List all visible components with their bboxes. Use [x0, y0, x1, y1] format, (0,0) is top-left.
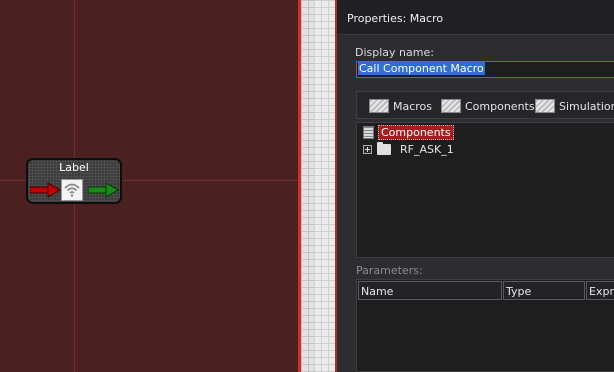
folder-icon	[377, 142, 391, 155]
grid-strip	[301, 0, 314, 372]
tab-components[interactable]: Components	[441, 97, 535, 115]
column-header-name[interactable]: Name	[358, 281, 502, 300]
components-icon	[441, 99, 461, 113]
component-macro-block[interactable]: Label	[26, 158, 122, 204]
component-tree: Components RF_ASK_1	[356, 122, 614, 258]
parameters-label: Parameters:	[356, 264, 423, 277]
tab-simulation-label: Simulation	[559, 99, 614, 113]
macro-source-tabs: Macros Components Simulation	[356, 91, 614, 119]
display-name-value: Call Component Macro	[358, 62, 485, 75]
tab-components-label: Components	[465, 99, 535, 113]
tree-child-label: RF_ASK_1	[400, 143, 454, 156]
column-header-type[interactable]: Type	[503, 281, 585, 300]
panel-title-bar: Properties: Macro	[337, 0, 614, 35]
block-label: Label	[59, 161, 89, 174]
column-header-expression[interactable]: Expre	[586, 281, 614, 300]
document-icon	[363, 126, 374, 139]
output-arrow-icon	[88, 182, 119, 198]
tree-root-label: Components	[378, 125, 454, 140]
grid-strip-secondary	[314, 0, 335, 372]
tree-item-components[interactable]: Components	[363, 125, 454, 140]
macros-icon	[369, 99, 389, 113]
flowchart-canvas[interactable]: Label	[0, 0, 298, 372]
tab-simulation[interactable]: Simulation	[535, 97, 614, 115]
parameters-table: Name Type Expre	[356, 279, 614, 372]
properties-panel: Properties: Macro Display name: Call Com…	[335, 0, 614, 372]
tab-macros-label: Macros	[393, 99, 433, 113]
input-arrow-icon	[30, 182, 61, 198]
wireless-icon	[61, 179, 83, 201]
display-name-field[interactable]: Call Component Macro	[356, 61, 614, 78]
simulation-icon	[535, 99, 555, 113]
tab-macros[interactable]: Macros	[369, 97, 432, 115]
tree-item-rf-ask-1[interactable]: RF_ASK_1	[363, 142, 454, 156]
display-name-label: Display name:	[355, 46, 434, 59]
panel-title: Properties: Macro	[347, 12, 444, 25]
expand-icon[interactable]	[363, 145, 372, 154]
